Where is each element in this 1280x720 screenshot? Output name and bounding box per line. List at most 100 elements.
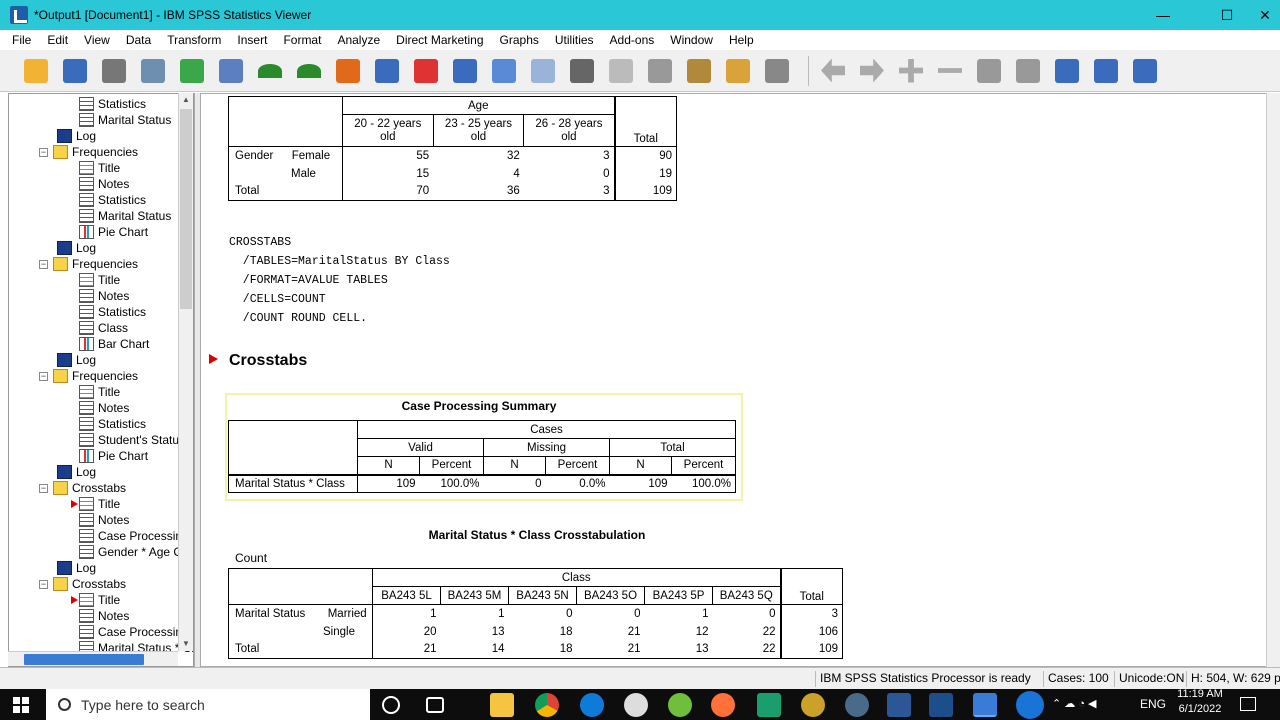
outline-item[interactable]: Class <box>79 320 128 336</box>
scroll-up-icon[interactable]: ▲ <box>180 93 192 107</box>
outline-item[interactable]: Log <box>57 464 96 480</box>
menu-add-ons[interactable]: Add-ons <box>602 33 663 47</box>
outline-item[interactable]: Notes <box>79 512 129 528</box>
outline-item[interactable]: Student's Status <box>79 432 185 448</box>
file-explorer-icon[interactable] <box>490 693 514 717</box>
menu-analyze[interactable]: Analyze <box>329 33 388 47</box>
outline-item[interactable]: Frequencies <box>53 256 138 272</box>
outline-item[interactable]: Pie Chart <box>79 224 148 240</box>
menu-view[interactable]: View <box>76 33 118 47</box>
expand-icon[interactable] <box>895 55 927 87</box>
outline-item[interactable]: Gender * Age Crosstabulation <box>79 544 193 560</box>
marital-class-crosstab-table[interactable]: Class Total BA243 5L BA243 5M BA243 5N BA24… <box>228 568 843 659</box>
app-icon[interactable] <box>845 693 869 717</box>
cortana-icon[interactable] <box>382 696 400 714</box>
show-icon[interactable] <box>973 55 1005 87</box>
outline-collapse-toggle[interactable]: − <box>39 372 48 381</box>
outline-vertical-scrollbar[interactable]: ▲ ▼ <box>178 93 193 651</box>
outline-horizontal-scrollbar[interactable] <box>8 651 178 666</box>
outline-item[interactable]: Notes <box>79 608 129 624</box>
spss-taskbar-icon[interactable] <box>973 693 997 717</box>
outline-item[interactable]: Title <box>79 496 120 512</box>
select-cases-icon[interactable] <box>488 55 520 87</box>
outline-item[interactable]: Bar Chart <box>79 336 149 352</box>
open-folder-icon[interactable] <box>20 55 52 87</box>
tray-icons[interactable]: ⌃ ☁ ◔ ◀ <box>1052 697 1097 710</box>
value-labels-icon[interactable] <box>566 55 598 87</box>
redo-icon[interactable] <box>293 55 325 87</box>
maximize-button[interactable]: ☐ <box>1204 0 1250 30</box>
outline-collapse-toggle[interactable]: − <box>39 260 48 269</box>
outline-item[interactable]: Case Processing Summary <box>79 528 193 544</box>
outline-collapse-toggle[interactable]: − <box>39 148 48 157</box>
edge-icon[interactable] <box>580 693 604 717</box>
outline-item[interactable]: Log <box>57 128 96 144</box>
scroll-thumb[interactable] <box>180 109 192 309</box>
outline-collapse-toggle[interactable]: − <box>39 484 48 493</box>
outline-item[interactable]: Statistics <box>79 192 146 208</box>
minimize-button[interactable]: — <box>1140 0 1186 30</box>
goto-case-icon[interactable] <box>371 55 403 87</box>
export-icon[interactable] <box>176 55 208 87</box>
language-indicator[interactable]: ENG <box>1140 697 1166 711</box>
clock-date[interactable]: 6/1/2022 <box>1175 703 1225 715</box>
previous-icon[interactable] <box>817 55 849 87</box>
outline-item[interactable]: Title <box>79 592 120 608</box>
insert-heading-icon[interactable] <box>1051 55 1083 87</box>
outline-item[interactable]: Log <box>57 240 96 256</box>
print-preview-icon[interactable] <box>137 55 169 87</box>
menu-transform[interactable]: Transform <box>159 33 229 47</box>
menu-format[interactable]: Format <box>275 33 329 47</box>
menu-data[interactable]: Data <box>118 33 159 47</box>
menu-insert[interactable]: Insert <box>229 33 275 47</box>
help-icon[interactable] <box>1016 691 1044 719</box>
clock-time[interactable]: 11:19 AM <box>1175 688 1225 700</box>
app-icon[interactable] <box>668 693 692 717</box>
section-heading[interactable]: Crosstabs <box>229 352 307 370</box>
menu-graphs[interactable]: Graphs <box>492 33 547 47</box>
task-view-icon[interactable] <box>426 697 444 713</box>
case-processing-summary-table[interactable]: Cases Valid Missing Total N Percent N Pe… <box>228 420 736 493</box>
designate-window-icon[interactable] <box>761 55 793 87</box>
outline-item[interactable]: Statistics <box>79 416 146 432</box>
outline-item[interactable]: Crosstabs <box>53 576 126 592</box>
outline-item[interactable]: Case Processing Summary <box>79 624 193 640</box>
outline-item[interactable]: Notes <box>79 176 129 192</box>
app-icon[interactable] <box>757 693 781 717</box>
windows-start-icon[interactable] <box>13 697 29 713</box>
app-icon[interactable] <box>624 693 648 717</box>
scroll-thumb[interactable] <box>24 654 144 665</box>
outline-item[interactable]: Frequencies <box>53 368 138 384</box>
menu-edit[interactable]: Edit <box>39 33 76 47</box>
recall-dialog-icon[interactable] <box>215 55 247 87</box>
outline-item[interactable]: Notes <box>79 400 129 416</box>
notification-icon[interactable] <box>1240 697 1256 711</box>
variables-icon[interactable] <box>449 55 481 87</box>
menu-window[interactable]: Window <box>662 33 721 47</box>
taskbar-search-box[interactable]: Type here to search <box>46 689 370 720</box>
outline-item[interactable]: Pie Chart <box>79 448 148 464</box>
undo-icon[interactable] <box>254 55 286 87</box>
scroll-down-icon[interactable]: ▼ <box>180 637 192 651</box>
print-icon[interactable] <box>98 55 130 87</box>
app-icon[interactable] <box>929 693 953 717</box>
syntax-log[interactable]: CROSSTABS /TABLES=MaritalStatus BY Class… <box>229 233 450 328</box>
menu-help[interactable]: Help <box>721 33 762 47</box>
outline-item[interactable]: Marital Status <box>79 208 171 224</box>
save-icon[interactable] <box>59 55 91 87</box>
content-vertical-scrollbar[interactable] <box>1266 93 1280 667</box>
gender-age-table[interactable]: Age Total 20 - 22 years old 23 - 25 year… <box>228 96 677 201</box>
outline-item[interactable]: Statistics <box>79 304 146 320</box>
goto-data-icon[interactable] <box>332 55 364 87</box>
menu-direct-marketing[interactable]: Direct Marketing <box>388 33 491 47</box>
hide-icon[interactable] <box>1012 55 1044 87</box>
outline-item[interactable]: Title <box>79 160 120 176</box>
outline-item[interactable]: Title <box>79 272 120 288</box>
outline-item[interactable]: Frequencies <box>53 144 138 160</box>
outline-item[interactable]: Marital Status <box>79 112 171 128</box>
outline-item[interactable]: Notes <box>79 288 129 304</box>
insert-text-icon[interactable] <box>1129 55 1161 87</box>
menu-file[interactable]: File <box>4 33 39 47</box>
chrome-icon[interactable] <box>535 693 559 717</box>
show-all-icon[interactable] <box>644 55 676 87</box>
